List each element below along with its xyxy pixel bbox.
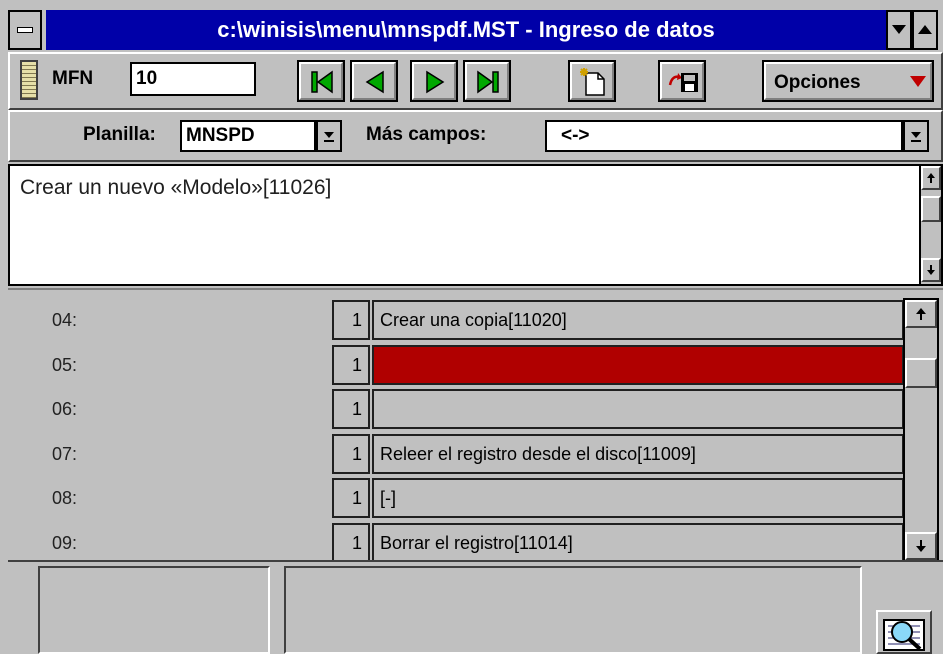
field-value-input[interactable] (372, 389, 904, 429)
scroll-down-button[interactable] (921, 258, 941, 282)
dropdown-arrow-icon (324, 132, 334, 142)
mfn-input[interactable]: 10 (130, 62, 256, 96)
scroll-down-button[interactable] (905, 532, 937, 560)
field-occurrence: 1 (332, 300, 370, 340)
field-list-scrollbar[interactable] (903, 298, 939, 562)
field-occurrence: 1 (332, 478, 370, 518)
system-menu-button[interactable] (8, 10, 42, 50)
mas-campos-select[interactable]: <-> (545, 120, 903, 152)
title-bar: c:\winisis\menu\mnspdf.MST - Ingreso de … (0, 0, 943, 50)
next-record-icon (426, 70, 445, 94)
minimize-button[interactable] (886, 10, 912, 50)
field-tag: 06: (52, 399, 78, 419)
mas-campos-label: Más campos: (366, 124, 487, 145)
options-label: Opciones (774, 72, 861, 93)
planilla-label: Planilla: (83, 124, 156, 145)
field-occurrence: 1 (332, 523, 370, 563)
field-value-input[interactable] (372, 345, 904, 385)
triangle-down-icon (892, 25, 906, 34)
previous-record-button[interactable] (350, 60, 398, 102)
minus-icon (17, 27, 33, 33)
field-tag: 08: (52, 488, 78, 508)
planilla-dropdown-button[interactable] (316, 120, 342, 152)
new-record-icon (580, 68, 605, 96)
first-record-icon (311, 70, 333, 94)
mfn-label: MFN (52, 68, 94, 89)
last-record-button[interactable] (463, 60, 511, 102)
editor-text: Crear un nuevo «Modelo»[11026] (20, 176, 332, 199)
arrow-up-icon (916, 308, 926, 320)
arrow-down-icon (916, 540, 926, 552)
scroll-up-button[interactable] (921, 166, 941, 190)
field-value-input[interactable]: Releer el registro desde el disco[11009] (372, 434, 904, 474)
scroll-thumb[interactable] (905, 358, 937, 388)
dropdown-arrow-icon (911, 132, 921, 142)
arrow-down-icon (927, 265, 935, 275)
field-value-input[interactable]: Borrar el registro[11014] (372, 523, 904, 563)
field-tag: 07: (52, 444, 78, 464)
last-record-icon (477, 70, 499, 94)
field-value-input[interactable]: Crear una copia[11020] (372, 300, 904, 340)
status-panel-right (284, 566, 862, 654)
new-record-button[interactable] (568, 60, 616, 102)
editor-scrollbar[interactable] (919, 166, 941, 284)
maximize-button[interactable] (912, 10, 938, 50)
field-occurrence: 1 (332, 434, 370, 474)
grip-handle[interactable] (20, 60, 38, 100)
save-record-button[interactable] (658, 60, 706, 102)
field-occurrence: 1 (332, 389, 370, 429)
triangle-up-icon (918, 25, 932, 34)
field-occurrence: 1 (332, 345, 370, 385)
mas-campos-dropdown-button[interactable] (903, 120, 929, 152)
search-button[interactable] (876, 610, 932, 654)
status-panel-left (38, 566, 270, 654)
field-tag: 04: (52, 310, 78, 330)
triangle-down-icon (910, 76, 926, 87)
field-tag: 05: (52, 355, 78, 375)
options-button[interactable]: Opciones (762, 60, 934, 102)
planilla-select[interactable]: MNSPD (180, 120, 316, 152)
next-record-button[interactable] (410, 60, 458, 102)
mas-campos-value: <-> (561, 125, 590, 146)
window-title: c:\winisis\menu\mnspdf.MST - Ingreso de … (46, 10, 886, 50)
save-record-icon (668, 73, 698, 92)
first-record-button[interactable] (297, 60, 345, 102)
previous-record-icon (365, 70, 384, 94)
scroll-thumb[interactable] (921, 196, 941, 222)
field-editor[interactable]: Crear un nuevo «Modelo»[11026] (8, 164, 943, 286)
scroll-up-button[interactable] (905, 300, 937, 328)
field-value-input[interactable]: [-] (372, 478, 904, 518)
magnifier-icon (883, 619, 925, 651)
field-tag: 09: (52, 533, 78, 553)
arrow-up-icon (927, 173, 935, 183)
